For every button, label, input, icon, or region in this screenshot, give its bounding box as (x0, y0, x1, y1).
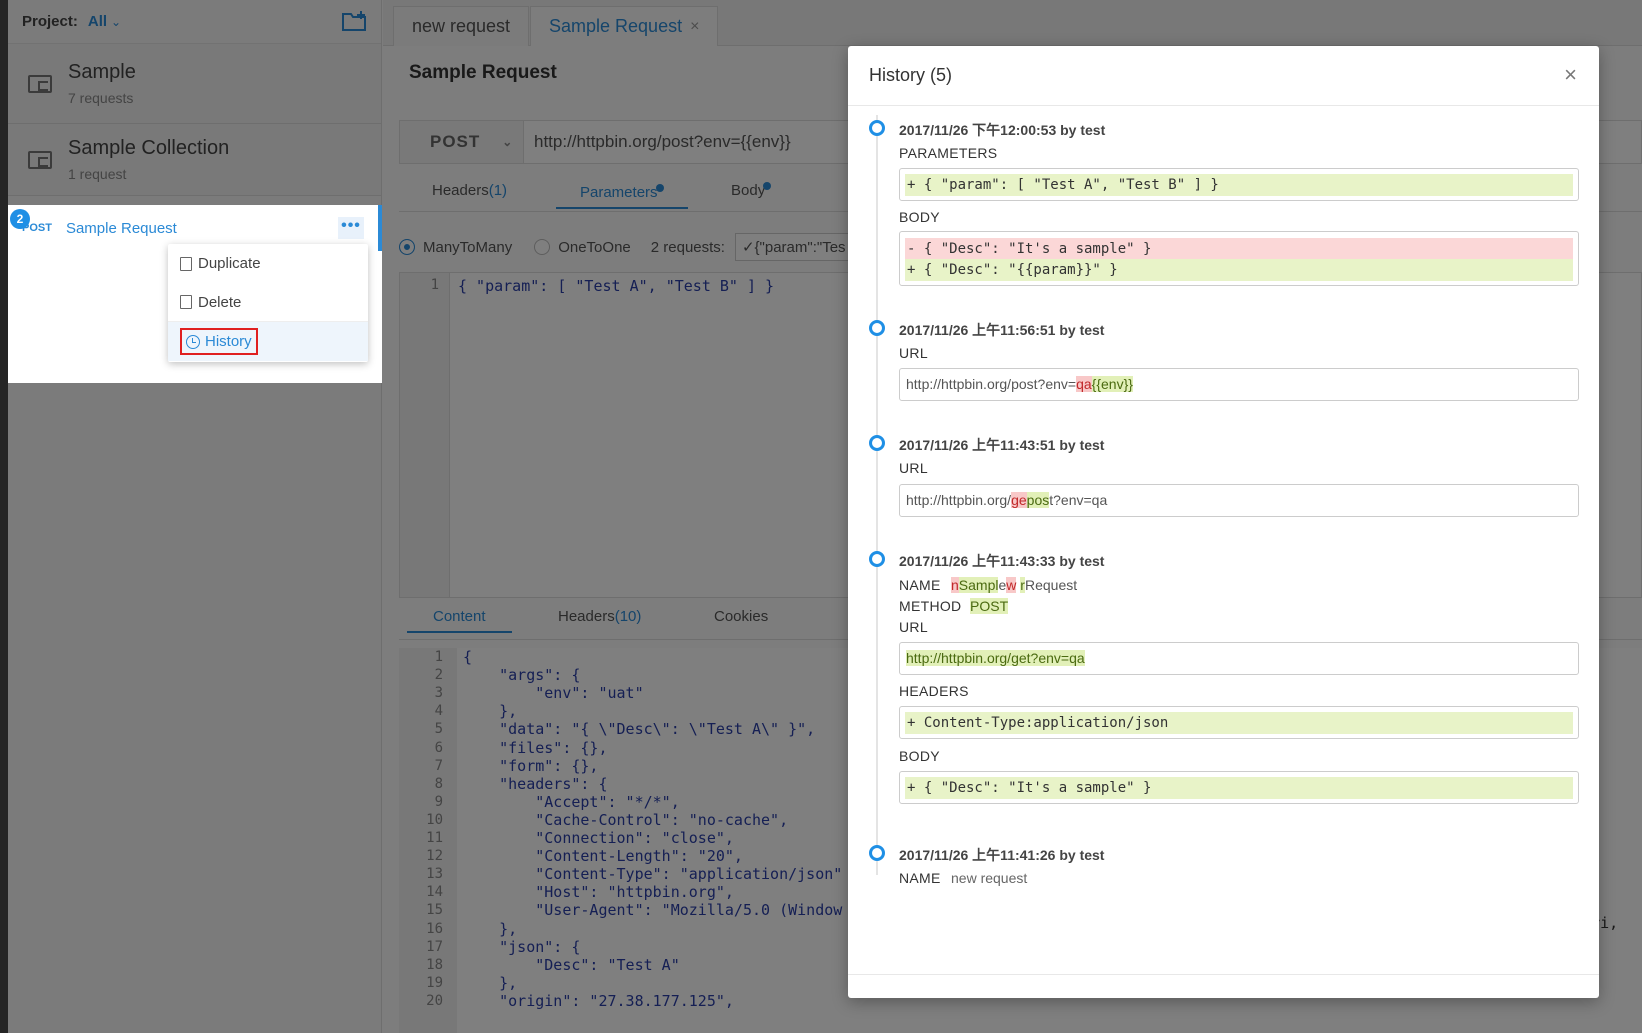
diff-removed-text: w (1006, 577, 1017, 593)
diff-added-text: POST (970, 598, 1009, 614)
diff-unchanged-text: Request (1024, 577, 1078, 593)
history-entry-header: 2017/11/26 上午11:43:33 by test (899, 553, 1105, 569)
clock-icon (186, 334, 200, 349)
field-label: URL (899, 619, 928, 635)
menu-history[interactable]: History (168, 322, 368, 361)
timeline-dot (869, 120, 885, 136)
method-diff: POST (970, 598, 1009, 614)
history-modal: History (5) × 2017/11/26 下午12:00:53 by t… (848, 46, 1599, 998)
context-menu: Duplicate Delete History (168, 244, 368, 362)
timeline-dot (869, 551, 885, 567)
field-label: URL (899, 460, 928, 476)
diff-added-line: + { "Desc": "It's a sample" } (905, 777, 1573, 799)
diff-added-text: Sampl (958, 577, 999, 593)
request-list: 2 POST Sample Request ••• Duplicate Dele… (8, 205, 382, 383)
copy-icon (180, 256, 192, 271)
menu-label: History (205, 333, 252, 350)
history-entry-header: 2017/11/26 上午11:43:51 by test (899, 437, 1105, 453)
field-label: BODY (899, 748, 940, 764)
timeline-dot (869, 320, 885, 336)
history-highlight[interactable]: History (180, 328, 258, 355)
close-icon[interactable]: × (1564, 64, 1577, 86)
diff-added-line: + { "Desc": "{{param}}" } (905, 259, 1573, 281)
menu-label: Duplicate (198, 255, 261, 272)
notification-badge: 2 (10, 209, 30, 229)
modal-title: History (5) (869, 65, 953, 85)
url-diff-box: http://httpbin.org/post?env=qa{{env}} (899, 368, 1579, 401)
url-diff-box: http://httpbin.org/get?env=qa (899, 642, 1579, 675)
modal-header: History (5) × (848, 46, 1599, 106)
diff-added-text: {{env}} (1091, 376, 1133, 392)
diff-removed-text: n (951, 577, 959, 593)
diff-removed-text: ge (1011, 492, 1027, 508)
url-diff: http://httpbin.org/get?env=qa (906, 650, 1085, 666)
field-label: BODY (899, 209, 940, 225)
history-timeline: 2017/11/26 下午12:00:53 by test PARAMETERS… (848, 107, 1599, 1018)
diff-added-line: + Content-Type:application/json (905, 712, 1573, 734)
more-options-icon[interactable]: ••• (338, 217, 364, 239)
timeline-dot (869, 845, 885, 861)
field-label: HEADERS (899, 683, 969, 699)
name-diff: nSamplew rRequest (951, 577, 1077, 593)
menu-label: Delete (198, 293, 242, 311)
history-entry-header: 2017/11/26 上午11:41:26 by test (899, 847, 1105, 863)
diff-box: + Content-Type:application/json (899, 706, 1579, 739)
url-suffix: t?env=qa (1049, 492, 1108, 508)
timeline-line (876, 115, 878, 875)
timeline-dot (869, 435, 885, 451)
diff-removed-line: - { "Desc": "It's a sample" } (905, 238, 1573, 260)
url-diff: http://httpbin.org/gepost?env=qa (906, 492, 1107, 508)
history-entry-header: 2017/11/26 下午12:00:53 by test (899, 122, 1106, 138)
request-name: Sample Request (65, 219, 177, 237)
field-label: NAME (899, 577, 941, 593)
field-label: NAME (899, 870, 941, 886)
field-label: METHOD (899, 598, 962, 614)
diff-added-line: + { "param": [ "Test A", "Test B" ] } (905, 174, 1573, 196)
field-label: PARAMETERS (899, 145, 998, 161)
menu-delete[interactable]: Delete (168, 283, 368, 322)
url-diff: http://httpbin.org/post?env=qa{{env}} (906, 376, 1133, 392)
diff-added-text: pos (1026, 492, 1050, 508)
url-prefix: http://httpbin.org/ (906, 492, 1012, 508)
name-value: new request (951, 870, 1028, 886)
history-entry-header: 2017/11/26 上午11:56:51 by test (899, 322, 1105, 338)
modal-footer-divider (848, 974, 1599, 975)
trash-icon (180, 295, 192, 309)
diff-box: + { "Desc": "It's a sample" } (899, 771, 1579, 804)
diff-box: - { "Desc": "It's a sample" } + { "Desc"… (899, 231, 1579, 286)
field-label: URL (899, 345, 928, 361)
diff-removed-text: qa (1076, 376, 1092, 392)
menu-duplicate[interactable]: Duplicate (168, 244, 368, 283)
diff-added-text: http://httpbin.org/get?env=qa (906, 650, 1085, 666)
url-prefix: http://httpbin.org/post?env= (906, 376, 1077, 392)
diff-box: + { "param": [ "Test A", "Test B" ] } (899, 168, 1579, 201)
url-diff-box: http://httpbin.org/gepost?env=qa (899, 484, 1579, 517)
